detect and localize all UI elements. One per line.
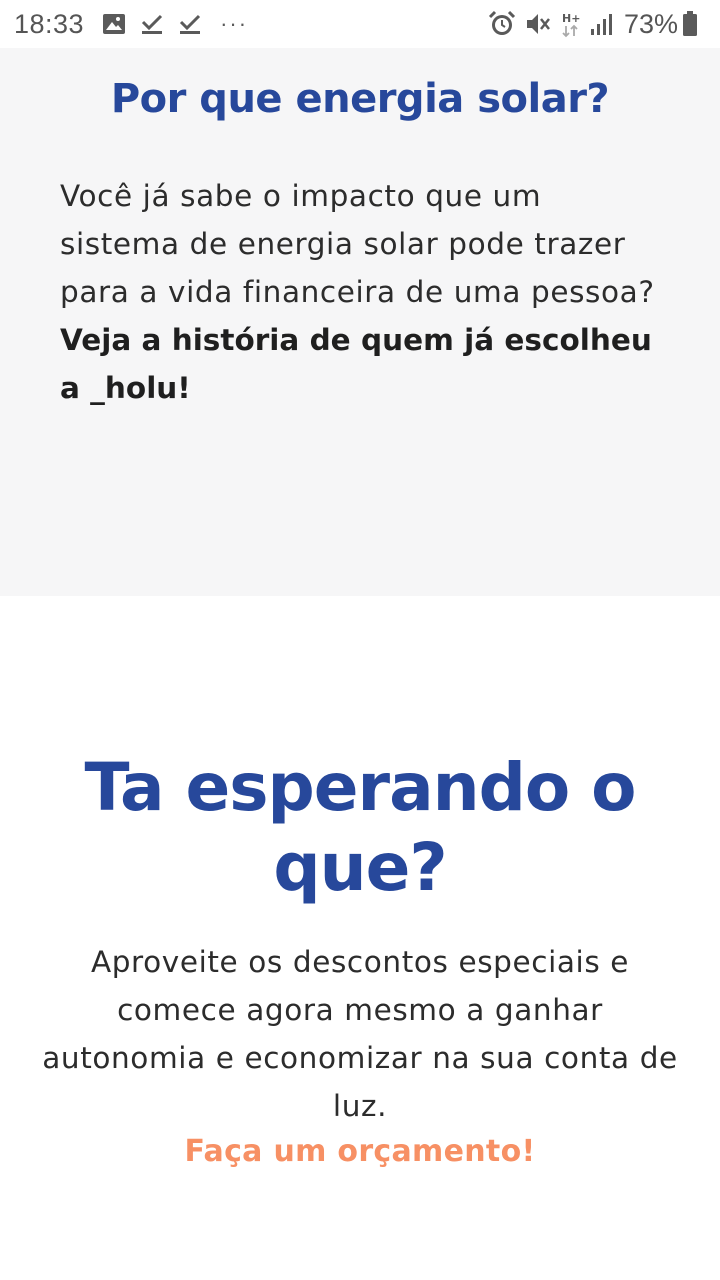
image-icon (102, 13, 126, 35)
why-solar-text-bold: Veja a história de quem já escolheu a _h… (60, 323, 652, 405)
cta-section: Ta esperando o que? Aproveite os descont… (0, 596, 720, 1280)
status-bar-right: H+ 73% (488, 9, 706, 40)
cta-text: Aproveite os descontos especiais e comec… (42, 945, 678, 1123)
status-time: 18:33 (14, 8, 85, 39)
status-bar-left: 18:33 ··· (14, 9, 248, 40)
why-solar-text: Você já sabe o impacto que um sistema de… (60, 172, 660, 412)
request-quote-link[interactable]: Faça um orçamento! (0, 1134, 720, 1169)
battery-percent: 73% (623, 8, 678, 39)
more-dots-icon: ··· (220, 11, 249, 36)
why-solar-section: Por que energia solar? Você já sabe o im… (0, 48, 720, 596)
vibrate-mute-icon (524, 10, 552, 38)
download-done-icon (178, 13, 202, 35)
signal-icon (590, 12, 614, 36)
download-done-icon (140, 13, 164, 35)
svg-text:H+: H+ (562, 12, 580, 25)
why-solar-text-regular: Você já sabe o impacto que um sistema de… (60, 179, 655, 309)
cta-title: Ta esperando o que? (84, 749, 636, 906)
hplus-data-icon: H+ (560, 10, 582, 38)
status-bar: 18:33 ··· H+ 73% (0, 0, 720, 48)
why-solar-title: Por que energia solar? (110, 76, 610, 122)
battery-icon (682, 11, 698, 37)
alarm-icon (488, 10, 516, 38)
